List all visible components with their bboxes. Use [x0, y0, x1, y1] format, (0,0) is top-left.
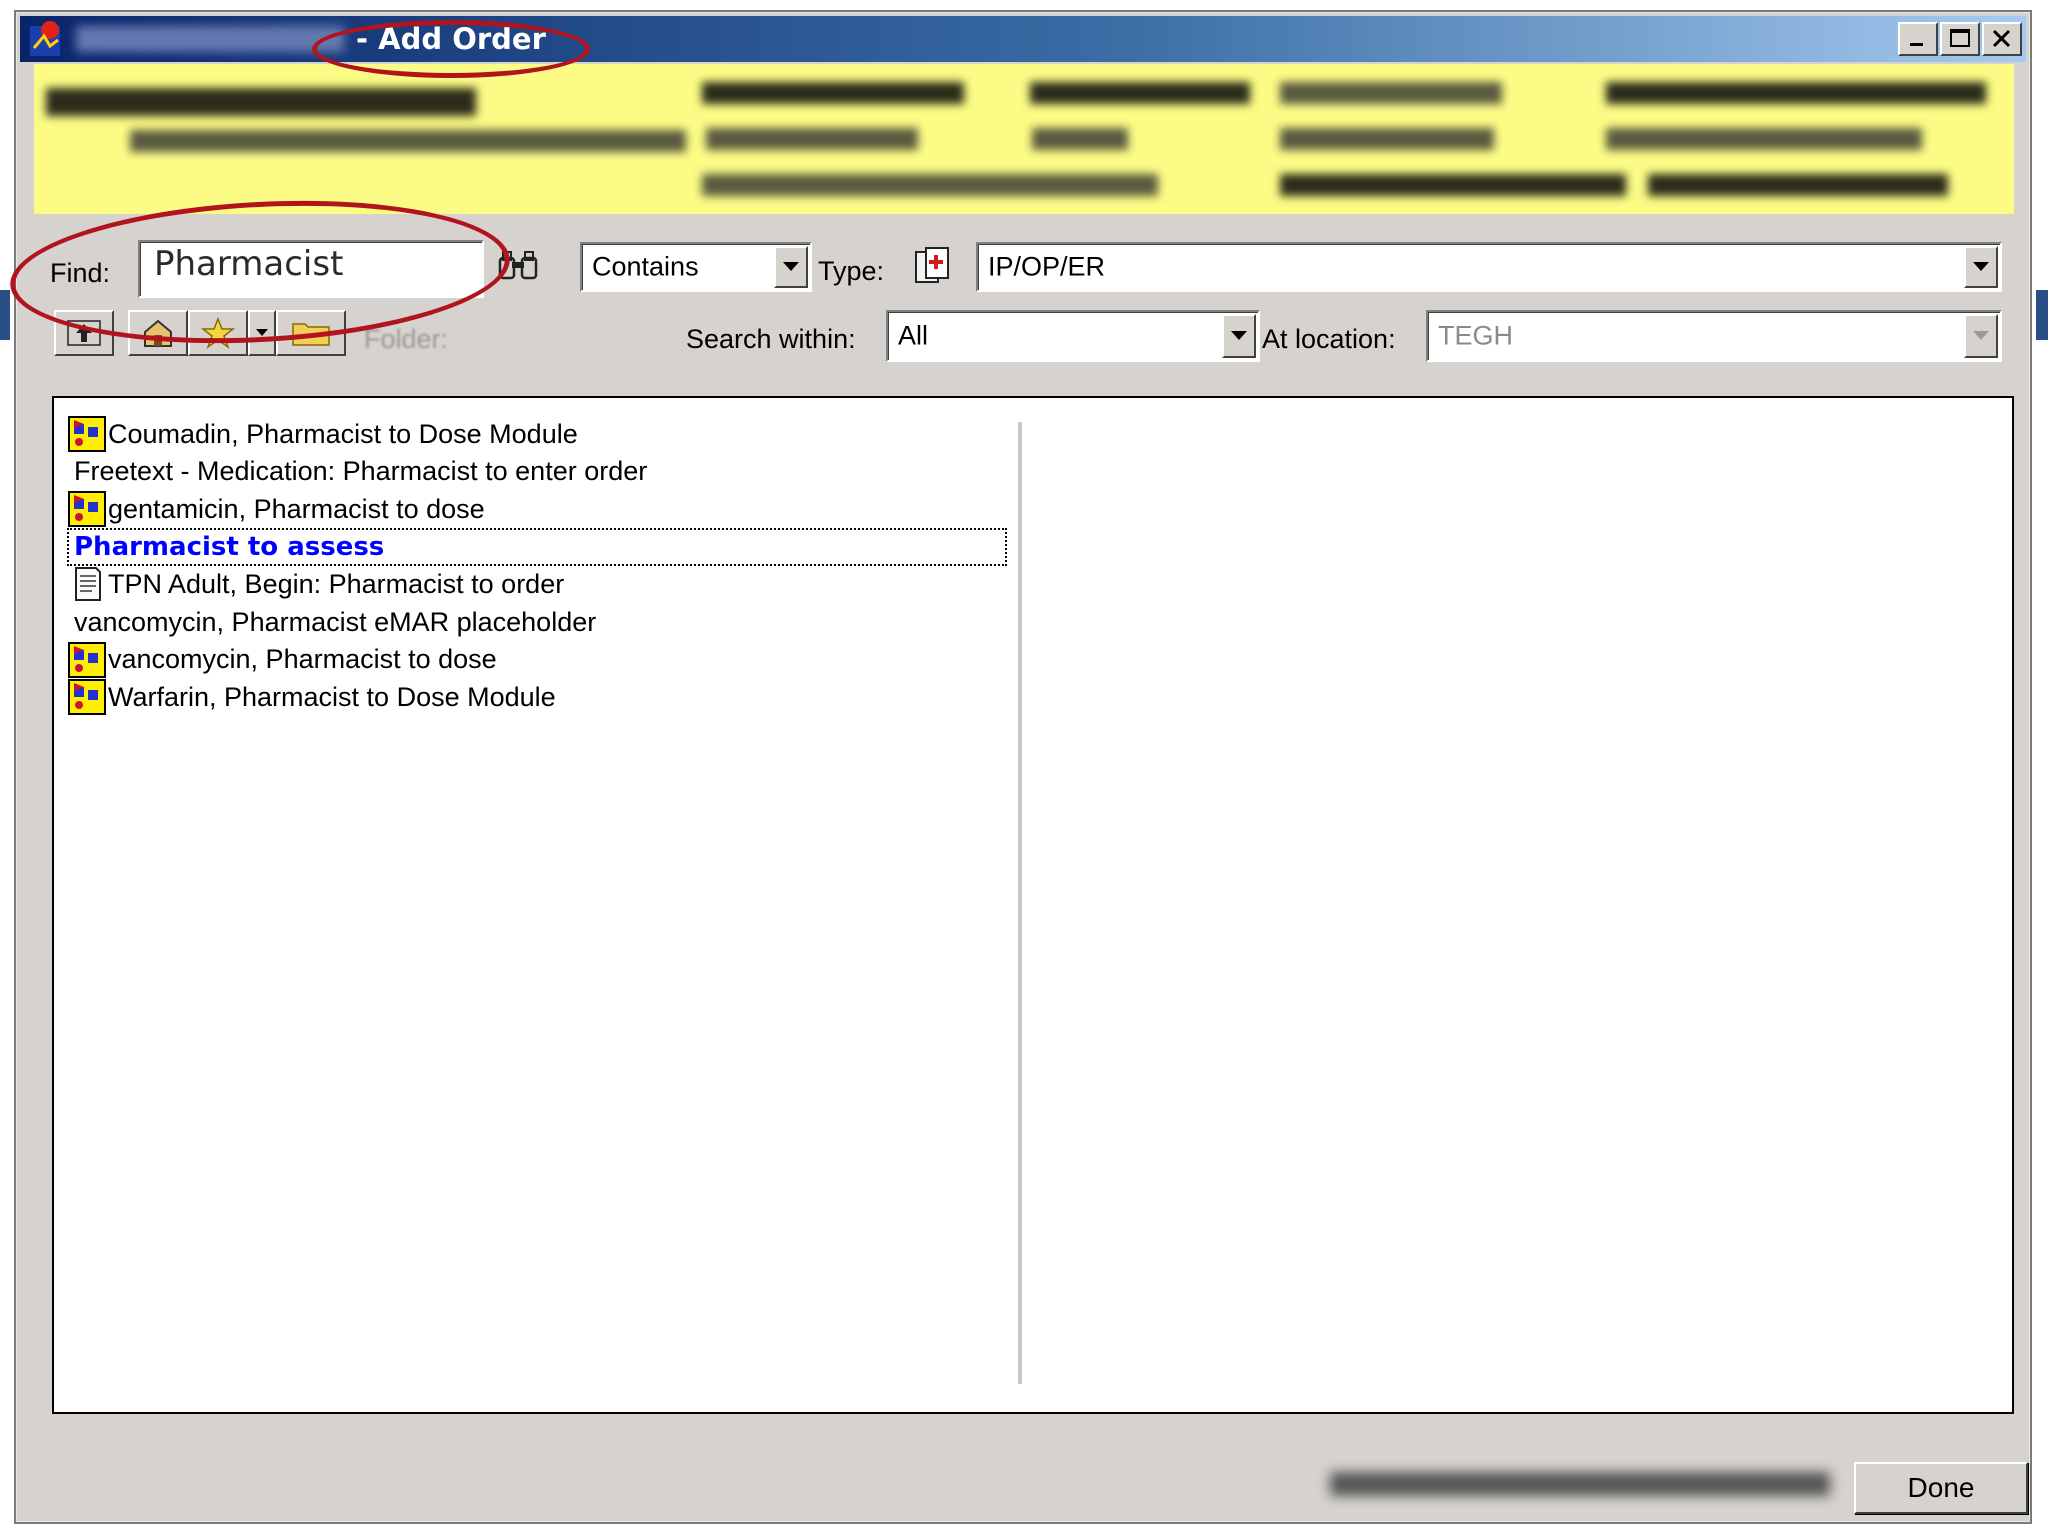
search-within-value: All — [898, 320, 929, 351]
up-folder-button[interactable] — [54, 310, 114, 356]
favorites-button[interactable] — [188, 310, 248, 356]
home-button[interactable] — [128, 310, 188, 356]
chevron-down-icon — [256, 329, 268, 336]
redacted-text — [702, 174, 1158, 196]
at-location-select: TEGH — [1426, 310, 2002, 362]
star-icon — [201, 317, 235, 349]
redacted-text — [706, 128, 918, 150]
match-mode-value: Contains — [592, 251, 699, 282]
order-type-icon — [915, 247, 949, 283]
title-redacted — [76, 26, 344, 52]
maximize-icon — [1950, 29, 1970, 47]
done-button[interactable]: Done — [1854, 1462, 2028, 1514]
at-location-value: TEGH — [1438, 320, 1514, 351]
find-input[interactable] — [154, 244, 454, 284]
redacted-text — [130, 130, 686, 152]
find-label: Find: — [50, 258, 111, 288]
redacted-text — [1030, 82, 1250, 104]
list-item[interactable]: vancomycin, Pharmacist to dose — [68, 641, 1006, 678]
patient-banner — [34, 64, 2014, 214]
footer-redacted — [1330, 1472, 1830, 1496]
redacted-text — [1280, 82, 1502, 104]
order-type-select[interactable]: IP/OP/ER — [976, 242, 2002, 292]
search-within-dropdown-button[interactable] — [1222, 314, 1256, 358]
powerplan-icon — [68, 679, 108, 716]
redacted-text — [46, 88, 476, 116]
powerplan-icon — [68, 641, 106, 678]
list-item[interactable]: TPN Adult, Begin: Pharmacist to order — [68, 566, 1006, 602]
redacted-text — [702, 82, 964, 104]
list-item-label: Freetext - Medication: Pharmacist to ent… — [74, 456, 648, 487]
list-item[interactable]: Warfarin, Pharmacist to Dose Module — [68, 679, 1006, 716]
redacted-text — [1280, 128, 1494, 150]
close-button[interactable] — [1982, 22, 2022, 56]
search-within-select[interactable]: All — [886, 310, 1260, 362]
list-item-label: vancomycin, Pharmacist eMAR placeholder — [74, 606, 597, 637]
minimize-button[interactable] — [1898, 22, 1938, 56]
powerplan-icon — [68, 416, 108, 452]
maximize-button[interactable] — [1940, 22, 1980, 56]
list-item-label: gentamicin, Pharmacist to dose — [108, 493, 485, 524]
list-item-label: Warfarin, Pharmacist to Dose Module — [108, 681, 556, 712]
powerplan-icon — [68, 641, 108, 678]
folder-button[interactable] — [276, 310, 346, 356]
powerplan-icon — [68, 491, 106, 528]
chevron-down-icon — [783, 262, 799, 271]
panel-splitter[interactable] — [1018, 422, 1022, 1384]
folder-icon — [292, 323, 330, 346]
powerplan-icon — [68, 416, 106, 452]
list-item[interactable]: gentamicin, Pharmacist to dose — [68, 491, 1006, 528]
desktop-edge-right — [2036, 290, 2048, 340]
app-icon — [30, 21, 60, 56]
folder-label: Folder: — [364, 324, 449, 354]
list-item-selected[interactable]: Pharmacist to assess — [67, 527, 1007, 566]
add-order-window: - Add Order Find: Pharmacist Contains Ty… — [6, 10, 2032, 1524]
favorites-dropdown-button[interactable] — [248, 310, 276, 356]
title-bar[interactable]: - Add Order — [20, 16, 2026, 62]
list-item-label: Pharmacist to assess — [74, 531, 385, 562]
window-title: - Add Order — [356, 22, 546, 56]
chevron-down-icon — [1231, 331, 1247, 340]
details-pane — [1026, 400, 2010, 1410]
order-type-dropdown-button[interactable] — [1964, 246, 1998, 288]
order-sheet-icon — [75, 567, 101, 602]
list-item[interactable]: vancomycin, Pharmacist eMAR placeholder — [68, 604, 1006, 640]
redacted-text — [1606, 128, 1922, 150]
powerplan-icon — [68, 491, 108, 528]
match-mode-select[interactable]: Contains — [580, 242, 812, 292]
close-icon — [1992, 29, 2011, 48]
order-type-value: IP/OP/ER — [988, 251, 1106, 282]
redacted-text — [1606, 82, 1986, 104]
list-item-label: vancomycin, Pharmacist to dose — [108, 644, 497, 675]
powerplan-icon — [68, 679, 106, 716]
order-sheet-icon — [68, 566, 108, 602]
find-field[interactable] — [138, 240, 484, 298]
chevron-down-icon — [1973, 331, 1989, 340]
up-arrow-icon — [67, 320, 101, 346]
list-item-label: Coumadin, Pharmacist to Dose Module — [108, 418, 578, 449]
binoculars-icon[interactable] — [496, 250, 540, 286]
match-mode-dropdown-button[interactable] — [774, 246, 808, 288]
results-panel: Coumadin, Pharmacist to Dose Module Freet… — [52, 396, 2014, 1414]
list-item-label: TPN Adult, Begin: Pharmacist to order — [108, 568, 565, 599]
at-location-label: At location: — [1262, 324, 1396, 354]
list-item[interactable]: Freetext - Medication: Pharmacist to ent… — [68, 454, 1006, 490]
list-item[interactable]: Coumadin, Pharmacist to Dose Module — [68, 416, 1006, 452]
redacted-text — [1032, 128, 1128, 150]
at-location-dropdown-button — [1964, 314, 1998, 358]
redacted-text — [1648, 174, 1948, 196]
minimize-icon — [1910, 43, 1923, 46]
home-icon — [144, 319, 172, 347]
redacted-text — [1280, 174, 1626, 196]
chevron-down-icon — [1973, 262, 1989, 271]
search-within-label: Search within: — [686, 324, 856, 354]
type-label: Type: — [818, 256, 885, 286]
desktop-edge-left — [0, 290, 10, 340]
